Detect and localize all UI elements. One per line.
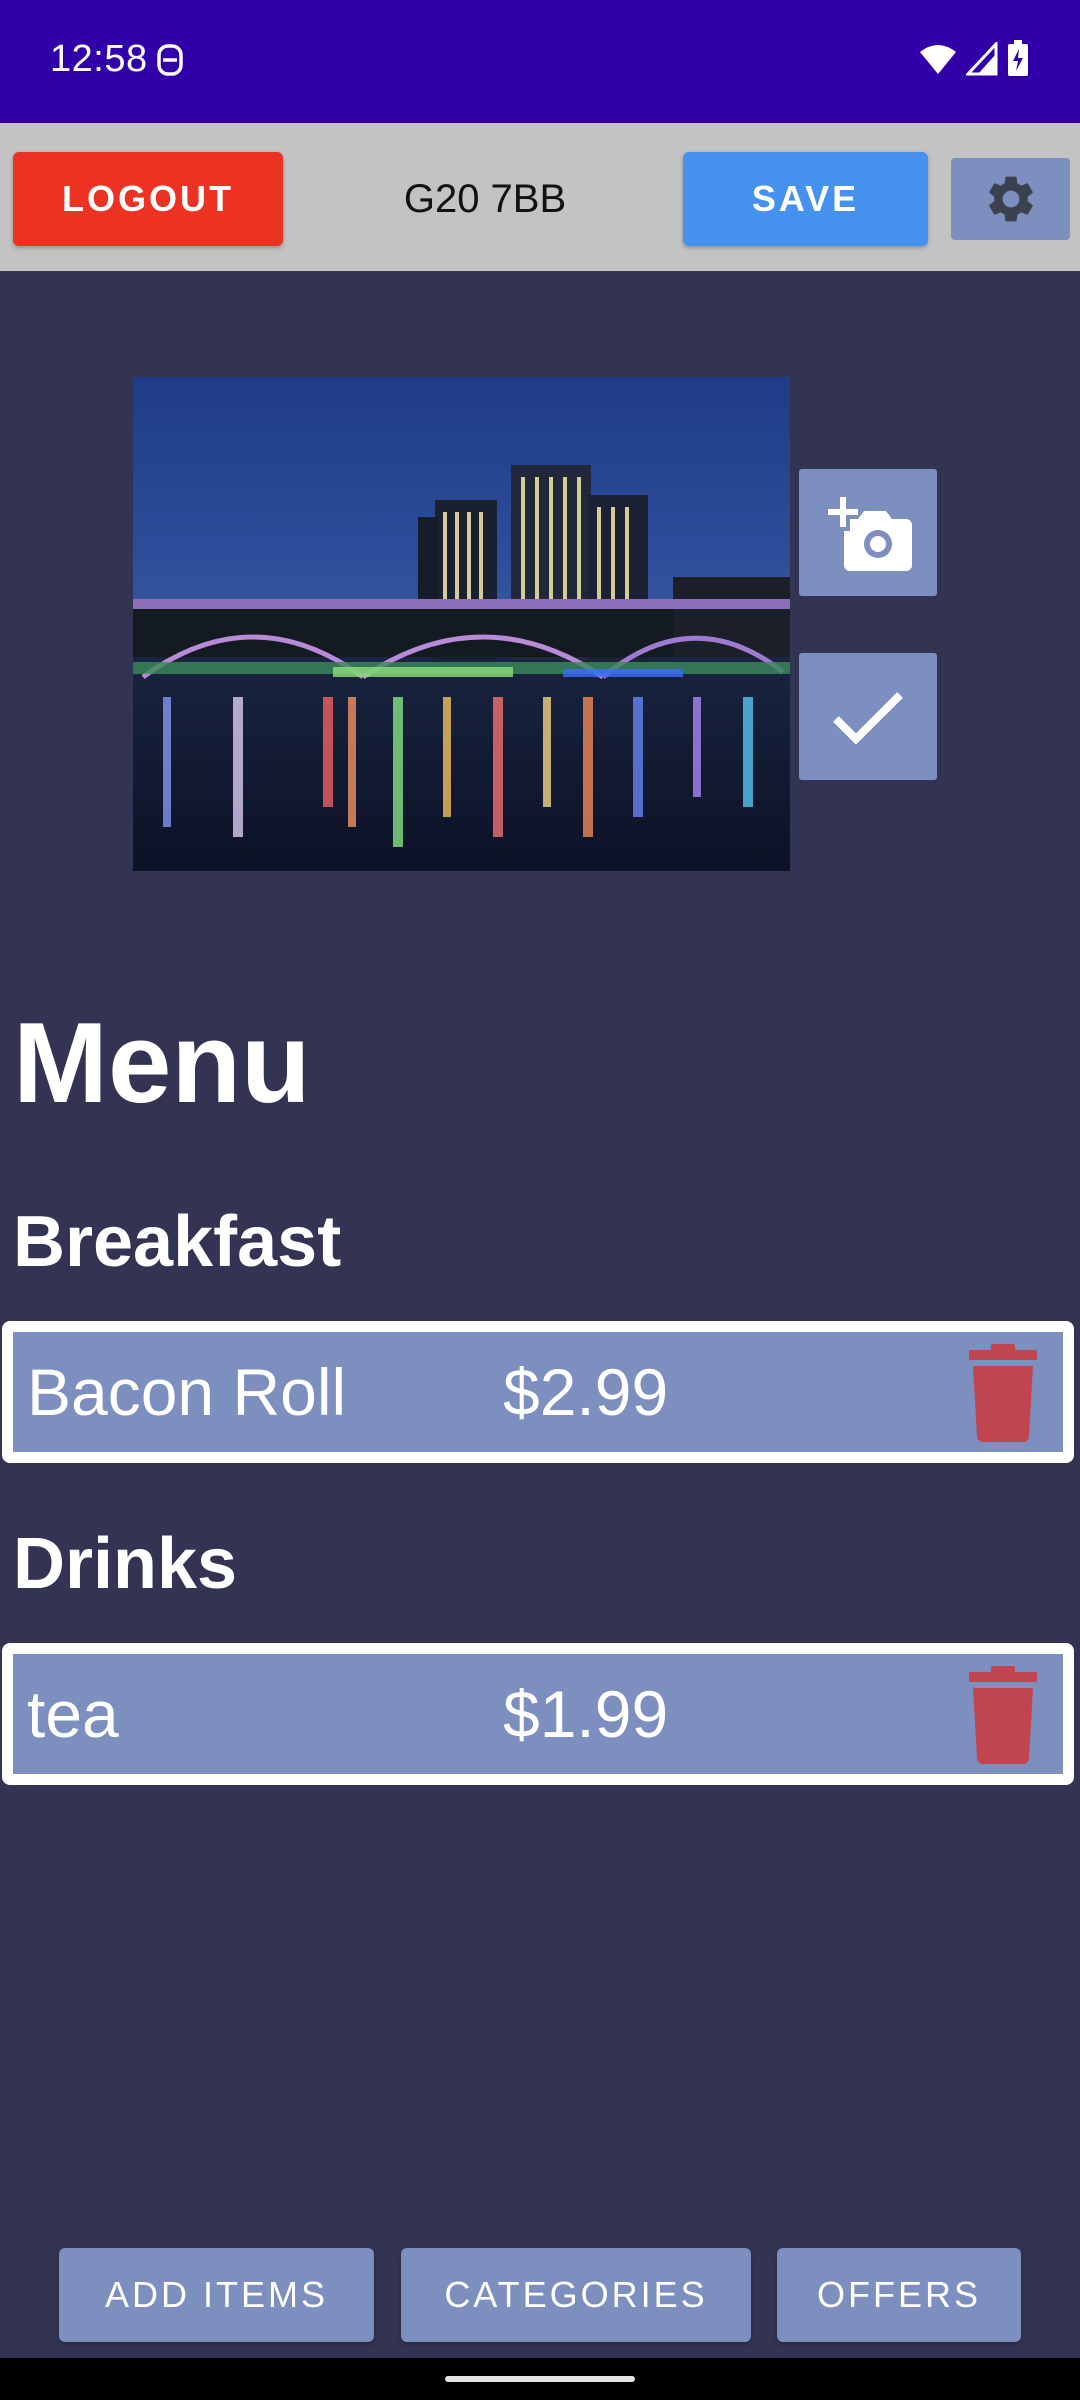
- category-heading-breakfast: Breakfast: [13, 1202, 342, 1282]
- settings-button[interactable]: [951, 158, 1070, 240]
- status-time: 12:58: [50, 38, 148, 80]
- menu-item-card: Bacon Roll $2.99: [13, 1332, 1063, 1452]
- night-bridge-photo: [133, 377, 790, 871]
- status-bar: 12:58: [0, 0, 1080, 123]
- signal-icon: [966, 42, 998, 76]
- category-heading-drinks: Drinks: [13, 1524, 238, 1604]
- home-gesture-handle[interactable]: [445, 2376, 635, 2382]
- menu-item-name: Bacon Roll: [27, 1355, 347, 1429]
- system-nav-bar: [0, 2358, 1080, 2400]
- vpn-key-icon: [157, 44, 183, 76]
- add-items-button[interactable]: ADD ITEMS: [59, 2248, 374, 2342]
- offers-button[interactable]: OFFERS: [777, 2248, 1021, 2342]
- menu-item-row[interactable]: tea $1.99: [2, 1643, 1074, 1785]
- menu-item-row[interactable]: Bacon Roll $2.99: [2, 1321, 1074, 1463]
- top-toolbar: LOGOUT G20 7BB SAVE: [0, 123, 1080, 271]
- menu-title: Menu: [13, 1000, 311, 1127]
- trash-icon[interactable]: [963, 1344, 1043, 1444]
- menu-item-price: $2.99: [503, 1355, 669, 1429]
- menu-item-name: tea: [27, 1677, 119, 1751]
- menu-item-card: tea $1.99: [13, 1654, 1063, 1774]
- postcode-label: G20 7BB: [403, 176, 567, 221]
- logout-button[interactable]: LOGOUT: [13, 152, 283, 246]
- restaurant-photo: [133, 377, 790, 871]
- add-camera-icon: [828, 496, 912, 571]
- save-button[interactable]: SAVE: [683, 152, 928, 246]
- gear-icon: [988, 176, 1033, 222]
- confirm-photo-button[interactable]: [799, 653, 937, 780]
- trash-icon[interactable]: [963, 1666, 1043, 1766]
- menu-item-price: $1.99: [503, 1677, 669, 1751]
- check-icon: [833, 691, 903, 745]
- status-icons: [918, 40, 1030, 78]
- wifi-icon: [920, 45, 956, 74]
- categories-button[interactable]: CATEGORIES: [401, 2248, 751, 2342]
- app-screen: 12:58 LOGOUT G20 7BB SAVE Menu Breakfast…: [0, 0, 1080, 2400]
- battery-charging-icon: [1008, 40, 1028, 76]
- add-photo-button[interactable]: [799, 469, 937, 596]
